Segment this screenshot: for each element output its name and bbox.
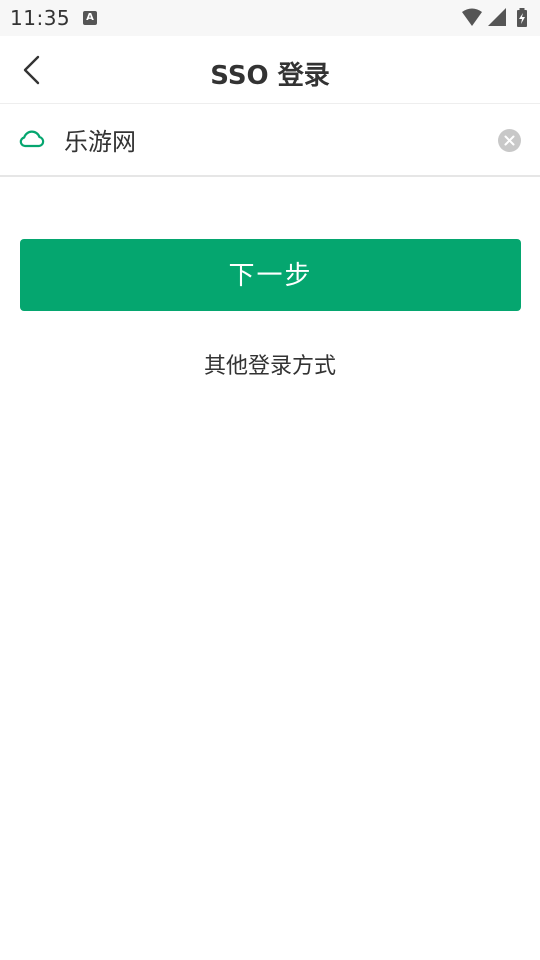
status-time: 11:35	[10, 6, 71, 30]
status-icons	[460, 7, 532, 29]
domain-input[interactable]	[62, 116, 486, 162]
signal-icon	[488, 8, 506, 26]
next-button[interactable]: 下一步	[20, 239, 521, 311]
battery-charging-icon	[517, 8, 527, 27]
cloud-icon	[19, 130, 45, 148]
clear-button[interactable]	[498, 129, 521, 152]
status-bar: 11:35 A	[0, 0, 540, 36]
wifi-icon	[462, 8, 482, 26]
domain-field	[0, 104, 540, 177]
clear-circle-icon	[498, 129, 521, 152]
a-icon: A	[83, 11, 97, 25]
page-title: SSO 登录	[210, 61, 330, 91]
app-header: SSO 登录	[0, 36, 540, 104]
other-login-methods-link[interactable]: 其他登录方式	[0, 348, 540, 380]
sso-login-screen: 11:35 A SSO 登录 乐游网 下一步 其他登录方式	[0, 0, 540, 960]
